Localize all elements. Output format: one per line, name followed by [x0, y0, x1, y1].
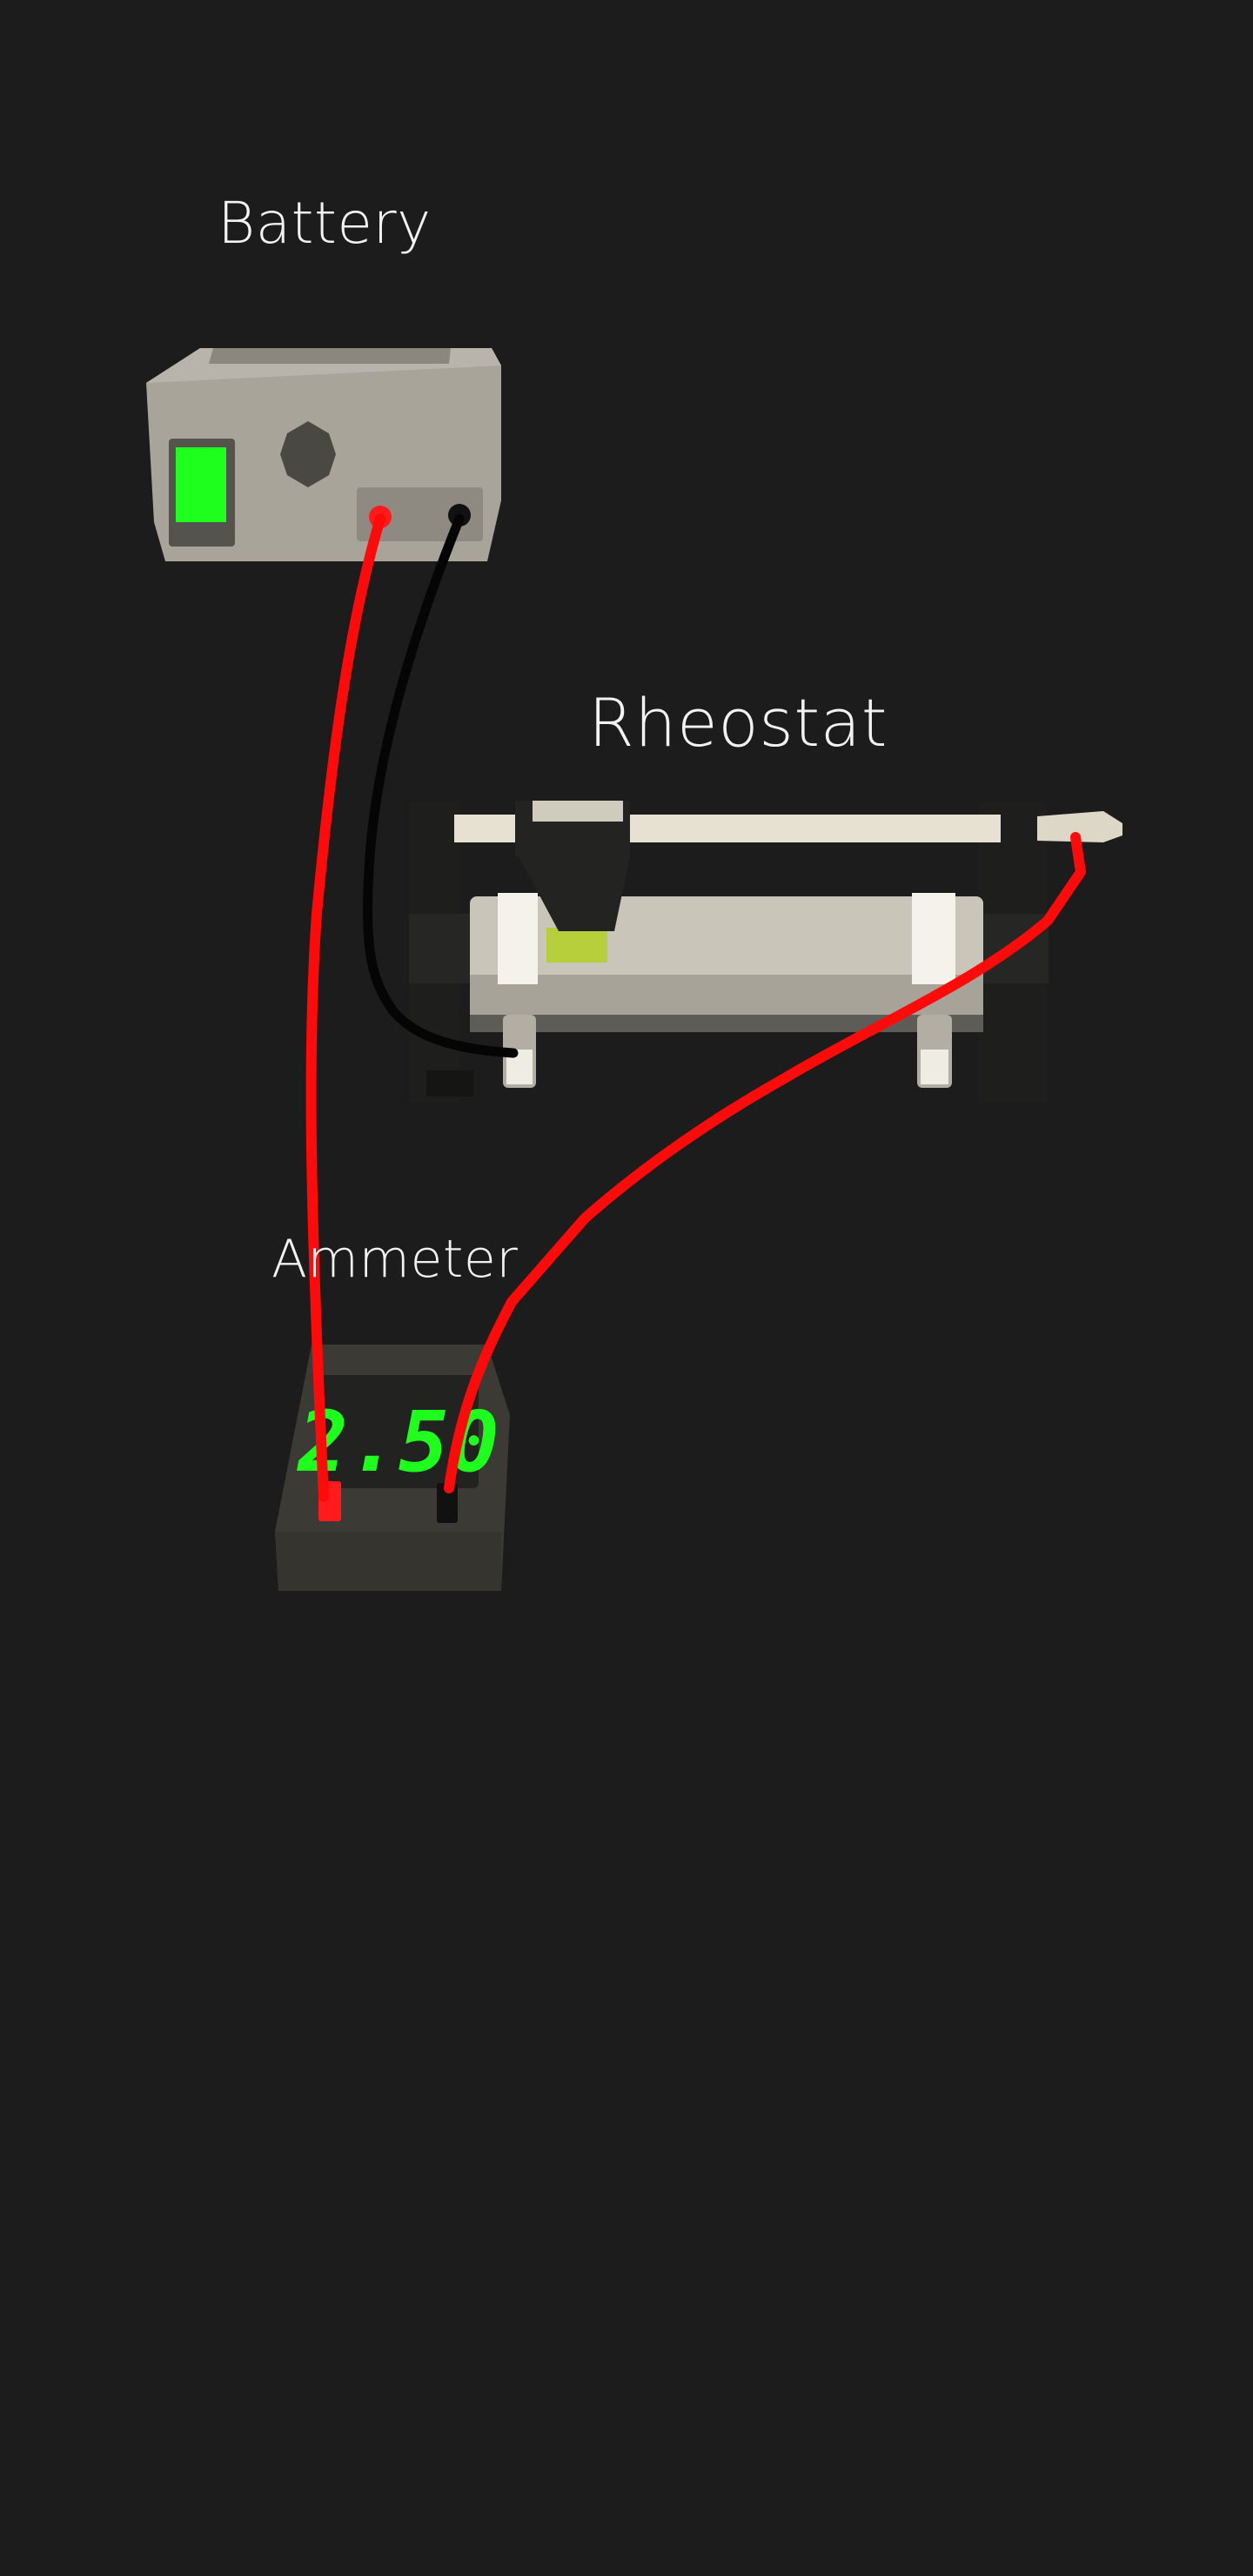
rheostat-right-terminal[interactable]: [917, 1015, 952, 1088]
rheostat-slider-contact: [546, 928, 607, 963]
circuit-scene: 2.50: [146, 348, 1122, 1591]
rheostat-left-clamp: [498, 893, 538, 984]
battery-label: Battery: [218, 190, 432, 257]
battery[interactable]: [146, 348, 501, 561]
rheostat-right-clamp: [912, 893, 955, 984]
ammeter-label: Ammeter: [271, 1229, 519, 1290]
rheostat-label: Rheostat: [588, 684, 888, 761]
ammeter-front-face: [275, 1532, 501, 1591]
rheostat-left-stand-lower: [426, 1070, 473, 1097]
battery-handle: [209, 348, 451, 364]
battery-screen: [176, 447, 226, 522]
